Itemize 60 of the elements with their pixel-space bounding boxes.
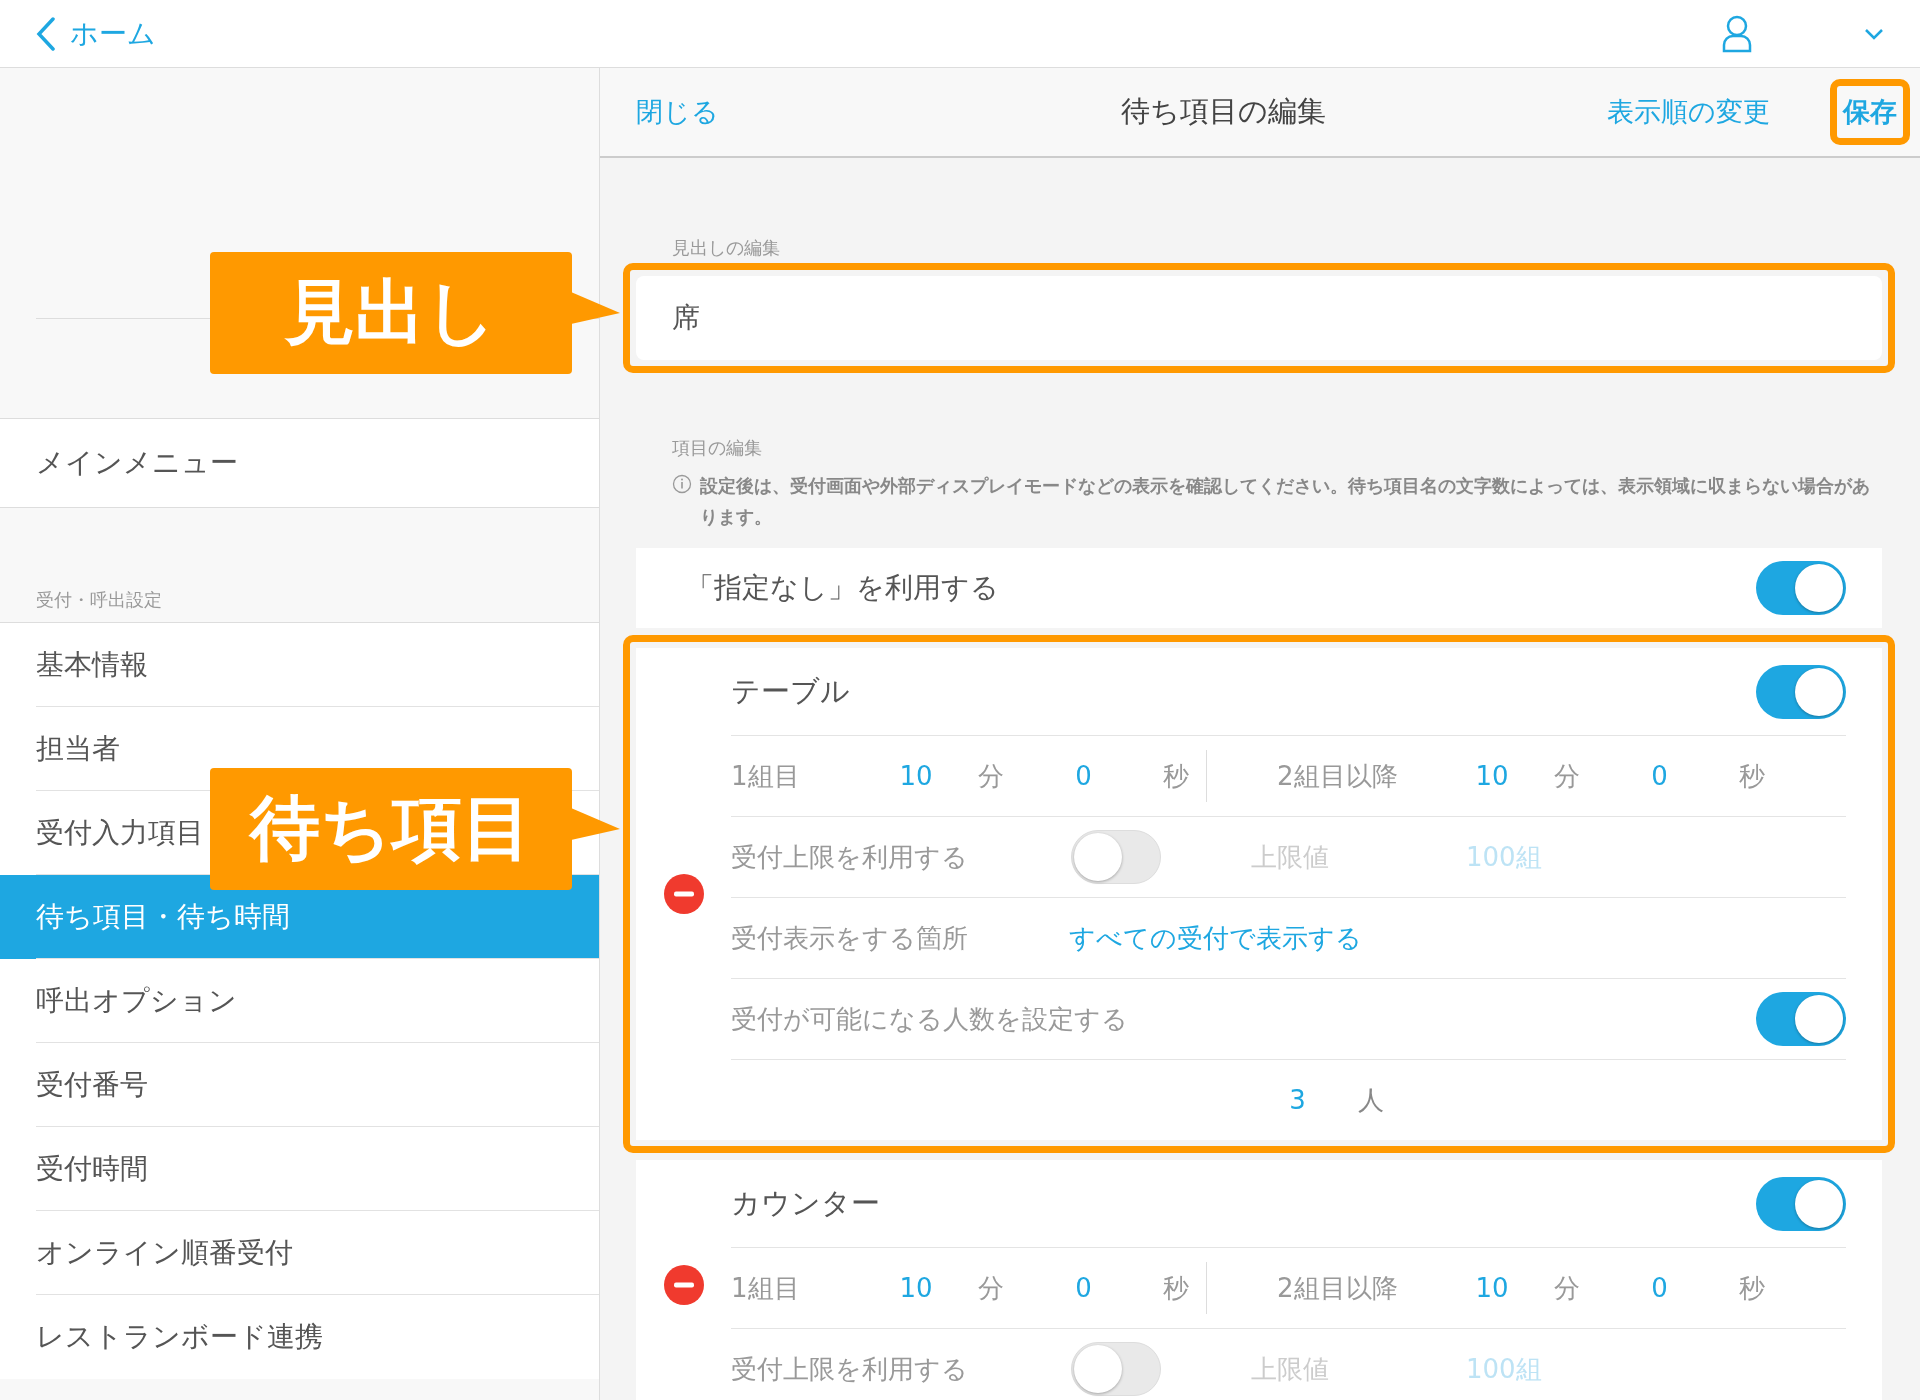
section-label: 見出しの編集	[671, 236, 781, 260]
save-button[interactable]: 保存	[1830, 79, 1910, 145]
remove-icon[interactable]	[663, 1264, 704, 1305]
sidebar-item[interactable]: 呼出オプション	[0, 959, 599, 1043]
sidebar-item[interactable]: レストランボード連携	[0, 1295, 599, 1379]
minutes-value[interactable]: 10	[871, 761, 961, 791]
toggle-switch[interactable]	[1756, 561, 1846, 615]
unit-label: 分	[1553, 759, 1581, 793]
reorder-button[interactable]: 表示順の変更	[1607, 94, 1770, 130]
minutes-value[interactable]: 10	[1447, 1273, 1537, 1303]
unit-label: 秒	[1162, 759, 1190, 793]
sidebar-item[interactable]: オンライン順番受付	[0, 1211, 599, 1295]
unit-label: 秒	[1738, 1271, 1766, 1305]
seconds-value[interactable]: 0	[1597, 761, 1722, 791]
display-location-link[interactable]: すべての受付で表示する	[1069, 920, 1362, 956]
callout-tooltip: 待ち項目	[210, 768, 620, 890]
minutes-value[interactable]: 10	[871, 1273, 961, 1303]
heading-input-field[interactable]: 席	[636, 276, 1882, 360]
section-label: 項目の編集	[671, 436, 763, 460]
field-label: 2組目以降	[1277, 1271, 1399, 1305]
item-name: カウンター	[731, 1184, 880, 1222]
unit-label: 分	[977, 1271, 1005, 1305]
callout-tooltip: 見出し	[210, 252, 620, 374]
toggle-switch[interactable]	[1756, 1176, 1846, 1231]
remove-icon[interactable]	[663, 874, 704, 914]
unit-label: 分	[977, 759, 1005, 793]
info-icon	[672, 474, 692, 494]
info-note: 設定後は、受付画面や外部ディスプレイモードなどの表示を確認してください。待ち項目名の文字数によっては、表示領域に収まらない場合があります。	[700, 474, 1871, 529]
field-label: 受付表示をする箇所	[731, 921, 969, 955]
sidebar-item[interactable]: 受付番号	[0, 1043, 599, 1127]
field-label: 1組目	[731, 759, 801, 793]
toggle-switch[interactable]	[1071, 830, 1161, 884]
field-label: 受付が可能になる人数を設定する	[731, 1002, 1128, 1036]
chevron-left-icon	[36, 16, 56, 51]
option-label: 「指定なし」を利用する	[686, 570, 999, 606]
item-name: テーブル	[731, 672, 850, 710]
sidebar-item[interactable]: 基本情報	[0, 623, 599, 707]
field-label: 受付上限を利用する	[731, 840, 969, 874]
chevron-down-icon[interactable]	[1864, 27, 1884, 40]
toggle-switch[interactable]	[1756, 992, 1846, 1046]
sidebar-item[interactable]: 受付時間	[0, 1127, 599, 1211]
panel-title: 待ち項目の編集	[1119, 93, 1327, 130]
sidebar-item[interactable]: メインメニュー	[0, 418, 599, 508]
seconds-value[interactable]: 0	[1597, 1273, 1722, 1303]
back-button[interactable]: ホーム	[36, 14, 156, 53]
capacity-value[interactable]: 3	[1289, 1085, 1306, 1115]
field-label: 受付上限を利用する	[731, 1352, 969, 1386]
field-label: 1組目	[731, 1271, 801, 1305]
close-button[interactable]: 閉じる	[636, 94, 719, 130]
toggle-switch[interactable]	[1071, 1342, 1161, 1396]
unit-label: 秒	[1738, 759, 1766, 793]
field-label: 2組目以降	[1277, 759, 1399, 793]
minutes-value[interactable]: 10	[1447, 761, 1537, 791]
toggle-switch[interactable]	[1756, 664, 1846, 719]
unit-label: 人	[1357, 1083, 1384, 1117]
unit-label: 分	[1553, 1271, 1581, 1305]
unit-label: 秒	[1162, 1271, 1190, 1305]
user-icon[interactable]	[1722, 14, 1752, 53]
seconds-value[interactable]: 0	[1021, 1273, 1146, 1303]
seconds-value[interactable]: 0	[1021, 761, 1146, 791]
